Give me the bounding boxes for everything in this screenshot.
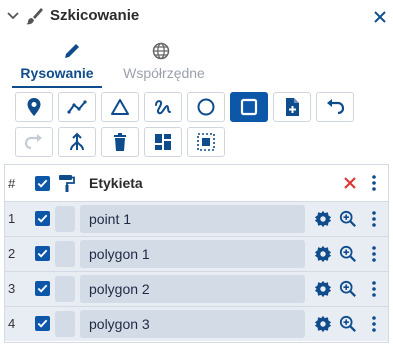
table-row: 3 polygon 2	[5, 271, 388, 306]
check-icon	[37, 249, 48, 258]
polyline-icon	[67, 100, 87, 114]
check-icon	[37, 214, 48, 223]
polyline-tool-button[interactable]	[58, 92, 96, 122]
more-vertical-icon[interactable]	[371, 315, 377, 333]
label-input[interactable]: polygon 2	[80, 275, 305, 303]
column-number-header: #	[8, 176, 16, 191]
panel-header: Szkicowanie	[0, 0, 393, 34]
zoom-in-icon[interactable]	[339, 210, 357, 228]
table-header: # Etykieta	[5, 165, 388, 201]
zoom-in-icon[interactable]	[339, 245, 357, 263]
column-label-header: Etykieta	[89, 175, 143, 191]
brush-icon	[26, 8, 43, 25]
more-vertical-icon[interactable]	[371, 245, 377, 263]
label-input[interactable]: point 1	[80, 205, 305, 233]
row-number: 2	[8, 246, 16, 261]
row-checkbox[interactable]	[35, 316, 50, 331]
table-row: 2 polygon 1	[5, 236, 388, 271]
triangle-icon	[111, 99, 129, 115]
gear-icon[interactable]	[314, 280, 332, 298]
circle-icon	[197, 98, 215, 116]
row-label: point 1	[89, 211, 132, 227]
style-swatch[interactable]	[55, 241, 75, 267]
globe-icon	[152, 42, 170, 60]
panel-title: Szkicowanie	[50, 7, 140, 24]
zoom-in-icon[interactable]	[339, 315, 357, 333]
more-vertical-icon[interactable]	[371, 210, 377, 228]
label-input[interactable]: polygon 3	[80, 310, 305, 338]
merge-icon	[70, 132, 84, 151]
style-swatch[interactable]	[55, 311, 75, 337]
gear-icon[interactable]	[314, 245, 332, 263]
more-vertical-icon[interactable]	[371, 280, 377, 298]
tab-coordinates-label: Współrzędne	[123, 65, 205, 81]
row-checkbox[interactable]	[35, 246, 50, 261]
style-swatch[interactable]	[55, 206, 75, 232]
table-row: 4 polygon 3	[5, 306, 388, 341]
merge-tool-button[interactable]	[58, 127, 96, 157]
freehand-icon	[155, 100, 171, 115]
freehand-tool-button[interactable]	[144, 92, 182, 122]
redo-icon	[24, 134, 42, 150]
circle-tool-button[interactable]	[187, 92, 225, 122]
row-label: polygon 1	[89, 246, 150, 262]
paint-roller-icon[interactable]	[57, 173, 77, 193]
label-input[interactable]: polygon 1	[80, 240, 305, 268]
more-vertical-icon[interactable]	[371, 174, 377, 192]
row-number: 4	[8, 316, 16, 331]
delete-tool-button[interactable]	[101, 127, 139, 157]
redo-tool-button[interactable]	[15, 127, 53, 157]
tab-coordinates[interactable]: Współrzędne	[114, 38, 214, 86]
select-all-checkbox[interactable]	[35, 176, 50, 191]
chevron-down-icon[interactable]	[6, 9, 20, 23]
undo-tool-button[interactable]	[316, 92, 354, 122]
style-swatch[interactable]	[55, 276, 75, 302]
row-checkbox[interactable]	[35, 281, 50, 296]
features-table: # Etykieta 1 point 1 2 polygon 1 3 polyg…	[4, 164, 389, 343]
check-icon	[37, 319, 48, 328]
trash-icon	[114, 133, 126, 151]
add-file-tool-button[interactable]	[273, 92, 311, 122]
gear-icon[interactable]	[314, 210, 332, 228]
table-row: 1 point 1	[5, 201, 388, 236]
row-label: polygon 3	[89, 316, 150, 332]
layout-tool-button[interactable]	[144, 127, 182, 157]
clear-all-icon[interactable]	[342, 175, 358, 191]
select-area-icon	[197, 133, 215, 151]
zoom-in-icon[interactable]	[339, 280, 357, 298]
undo-icon	[327, 99, 345, 115]
rectangle-tool-button[interactable]	[230, 92, 268, 122]
dashboard-icon	[155, 134, 171, 150]
tab-drawing-label: Rysowanie	[20, 65, 94, 81]
row-label: polygon 2	[89, 281, 150, 297]
row-number: 3	[8, 281, 16, 296]
gear-icon[interactable]	[314, 315, 332, 333]
pencil-icon	[65, 44, 79, 58]
active-tab-indicator	[12, 86, 102, 88]
square-icon	[240, 98, 258, 116]
row-number: 1	[8, 211, 16, 226]
triangle-tool-button[interactable]	[101, 92, 139, 122]
file-plus-icon	[286, 98, 299, 116]
check-icon	[37, 179, 48, 188]
point-tool-button[interactable]	[15, 92, 53, 122]
close-icon[interactable]	[372, 9, 388, 25]
select-area-tool-button[interactable]	[187, 127, 225, 157]
check-icon	[37, 284, 48, 293]
tab-drawing[interactable]: Rysowanie	[12, 38, 102, 88]
map-pin-icon	[27, 98, 41, 116]
row-checkbox[interactable]	[35, 211, 50, 226]
tab-bar: Rysowanie Współrzędne	[0, 38, 393, 88]
